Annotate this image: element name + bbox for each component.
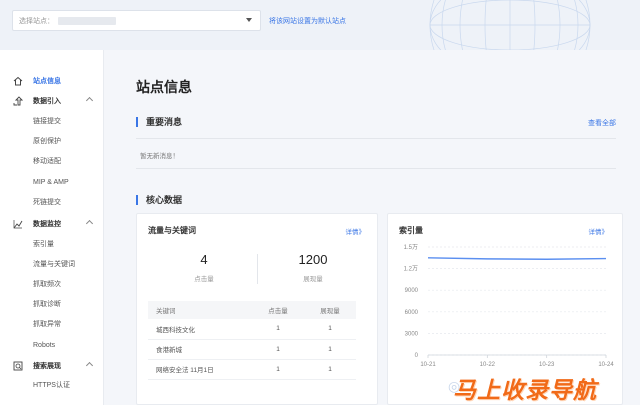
clicks-cell: 1 bbox=[252, 359, 304, 380]
set-default-site-link[interactable]: 将该网站设置为默认站点 bbox=[269, 16, 346, 26]
sidebar-item-site-info[interactable]: 站点信息 bbox=[0, 73, 104, 89]
clicks-value: 4 bbox=[200, 252, 208, 267]
sidebar-item-label: HTTPS认证 bbox=[33, 382, 70, 389]
sidebar-item-crawl-diagnosis[interactable]: 抓取诊断 bbox=[0, 296, 104, 312]
sidebar-item-mip-amp[interactable]: MIP & AMP bbox=[0, 174, 104, 190]
sidebar-group-data-import[interactable]: 数据引入 bbox=[0, 93, 104, 109]
x-tick-label: 10-21 bbox=[420, 362, 436, 368]
sidebar-item-label: 链接提交 bbox=[33, 118, 61, 125]
impressions-stat: 1200 展现量 bbox=[258, 252, 368, 283]
sidebar-group-label: 数据监控 bbox=[33, 221, 61, 228]
keyword-cell: 网络安全法 11月1日 bbox=[148, 359, 252, 380]
sidebar-item-deadlink-submit[interactable]: 死链提交 bbox=[0, 194, 104, 210]
sidebar-item-https[interactable]: HTTPS认证 bbox=[0, 377, 104, 393]
y-tick-label: 1.5万 bbox=[404, 244, 418, 251]
sidebar-item-label: 抓取诊断 bbox=[33, 301, 61, 308]
sidebar-item-label: 流量与关键词 bbox=[33, 261, 75, 268]
sidebar-group-label: 搜索展现 bbox=[33, 363, 61, 370]
globe-illustration bbox=[429, 0, 591, 50]
x-tick-label: 10-23 bbox=[539, 362, 555, 368]
sidebar-item-label: 原创保护 bbox=[33, 138, 61, 145]
impressions-value: 1200 bbox=[298, 252, 328, 267]
col-header-keyword: 关键词 bbox=[148, 301, 252, 319]
clicks-cell: 1 bbox=[252, 319, 304, 340]
sidebar-item-original-protect[interactable]: 原创保护 bbox=[0, 133, 104, 149]
site-select-label: 选择站点： bbox=[19, 17, 54, 25]
clicks-stat: 4 点击量 bbox=[149, 252, 259, 283]
y-tick-label: 6000 bbox=[405, 310, 419, 316]
main-content: 站点信息 重要消息 查看全部 暂无新消息！ 核心数据 流量与关键词 详情》 4 … bbox=[104, 50, 640, 405]
divider bbox=[136, 168, 616, 169]
impressions-cell: 1 bbox=[304, 339, 356, 360]
col-header-impressions: 展现量 bbox=[304, 301, 356, 319]
sidebar-item-label: 抓取频次 bbox=[33, 281, 61, 288]
impressions-cell: 1 bbox=[304, 319, 356, 340]
table-header-row: 关键词 点击量 展现量 bbox=[148, 301, 356, 319]
page-title: 站点信息 bbox=[136, 79, 192, 95]
sidebar-item-index-volume[interactable]: 索引量 bbox=[0, 236, 104, 252]
traffic-detail-link[interactable]: 详情》 bbox=[346, 226, 366, 236]
site-url-redacted bbox=[58, 16, 116, 25]
import-icon bbox=[13, 96, 23, 106]
sidebar-item-robots[interactable]: Robots bbox=[0, 337, 104, 353]
home-icon bbox=[13, 76, 23, 86]
table-row: 城西科技文化 1 1 bbox=[148, 319, 356, 340]
sidebar-item-label: 抓取异常 bbox=[33, 321, 61, 328]
sidebar-group-label: 数据引入 bbox=[33, 98, 61, 105]
sidebar-group-search-display[interactable]: 搜索展现 bbox=[0, 358, 104, 374]
card-title: 流量与关键词 bbox=[148, 226, 196, 235]
sidebar-group-data-monitor[interactable]: 数据监控 bbox=[0, 216, 104, 232]
clicks-label: 点击量 bbox=[194, 276, 214, 283]
sidebar-item-label: 移动适配 bbox=[33, 158, 61, 165]
sidebar-item-label: 索引量 bbox=[33, 241, 54, 248]
clicks-cell: 1 bbox=[252, 339, 304, 360]
sidebar: 站点信息 数据引入 链接提交 原创保护 移动适配 MIP & AMP 死链提交 … bbox=[0, 50, 104, 405]
chevron-up-icon bbox=[85, 96, 94, 105]
sidebar-item-traffic-keywords[interactable]: 流量与关键词 bbox=[0, 256, 104, 272]
sidebar-item-crawl-errors[interactable]: 抓取异常 bbox=[0, 316, 104, 332]
x-tick-label: 10-24 bbox=[598, 362, 614, 368]
chevron-up-icon bbox=[85, 219, 94, 228]
sidebar-item-link-submit[interactable]: 链接提交 bbox=[0, 113, 104, 129]
series-line bbox=[427, 257, 607, 260]
chart-icon bbox=[13, 220, 23, 229]
keyword-cell: 食港新城 bbox=[148, 339, 252, 360]
divider bbox=[136, 138, 616, 139]
chevron-up-icon bbox=[85, 361, 94, 370]
sidebar-item-crawl-frequency[interactable]: 抓取频次 bbox=[0, 276, 104, 292]
top-header: 选择站点： 将该网站设置为默认站点 bbox=[0, 0, 640, 50]
x-tick-label: 10-22 bbox=[480, 362, 496, 368]
y-tick-label: 0 bbox=[415, 353, 419, 359]
watermark-text: 马上收录导航 bbox=[453, 377, 597, 403]
keyword-cell: 城西科技文化 bbox=[148, 319, 252, 340]
view-all-link[interactable]: 查看全部 bbox=[588, 118, 616, 128]
table-row: 食港新城 1 1 bbox=[148, 339, 356, 360]
caret-down-icon bbox=[246, 18, 252, 22]
sidebar-item-label: Robots bbox=[33, 341, 56, 349]
site-select[interactable]: 选择站点： bbox=[12, 10, 261, 31]
impressions-label: 展现量 bbox=[303, 276, 323, 283]
sidebar-item-label: MIP & AMP bbox=[33, 178, 69, 186]
y-tick-label: 3000 bbox=[405, 331, 419, 337]
impressions-cell: 1 bbox=[304, 359, 356, 380]
empty-messages-text: 暂无新消息！ bbox=[140, 153, 179, 160]
y-tick-label: 1.2万 bbox=[404, 266, 418, 273]
y-tick-label: 9000 bbox=[405, 288, 419, 294]
core-data-title: 核心数据 bbox=[136, 195, 182, 205]
sidebar-item-mobile-adapt[interactable]: 移动适配 bbox=[0, 153, 104, 169]
search-display-icon bbox=[13, 361, 23, 371]
sidebar-item-label: 死链提交 bbox=[33, 199, 61, 206]
keywords-table: 关键词 点击量 展现量 城西科技文化 1 1 食港新城 1 1 网络安全法 11… bbox=[148, 301, 356, 380]
important-messages-title: 重要消息 bbox=[136, 117, 182, 127]
col-header-clicks: 点击量 bbox=[252, 301, 304, 319]
table-row: 网络安全法 11月1日 1 1 bbox=[148, 359, 356, 380]
sidebar-item-label: 站点信息 bbox=[33, 78, 61, 85]
traffic-keywords-card: 流量与关键词 详情》 4 点击量 1200 展现量 关键词 点击量 展现量 城西… bbox=[136, 213, 378, 405]
